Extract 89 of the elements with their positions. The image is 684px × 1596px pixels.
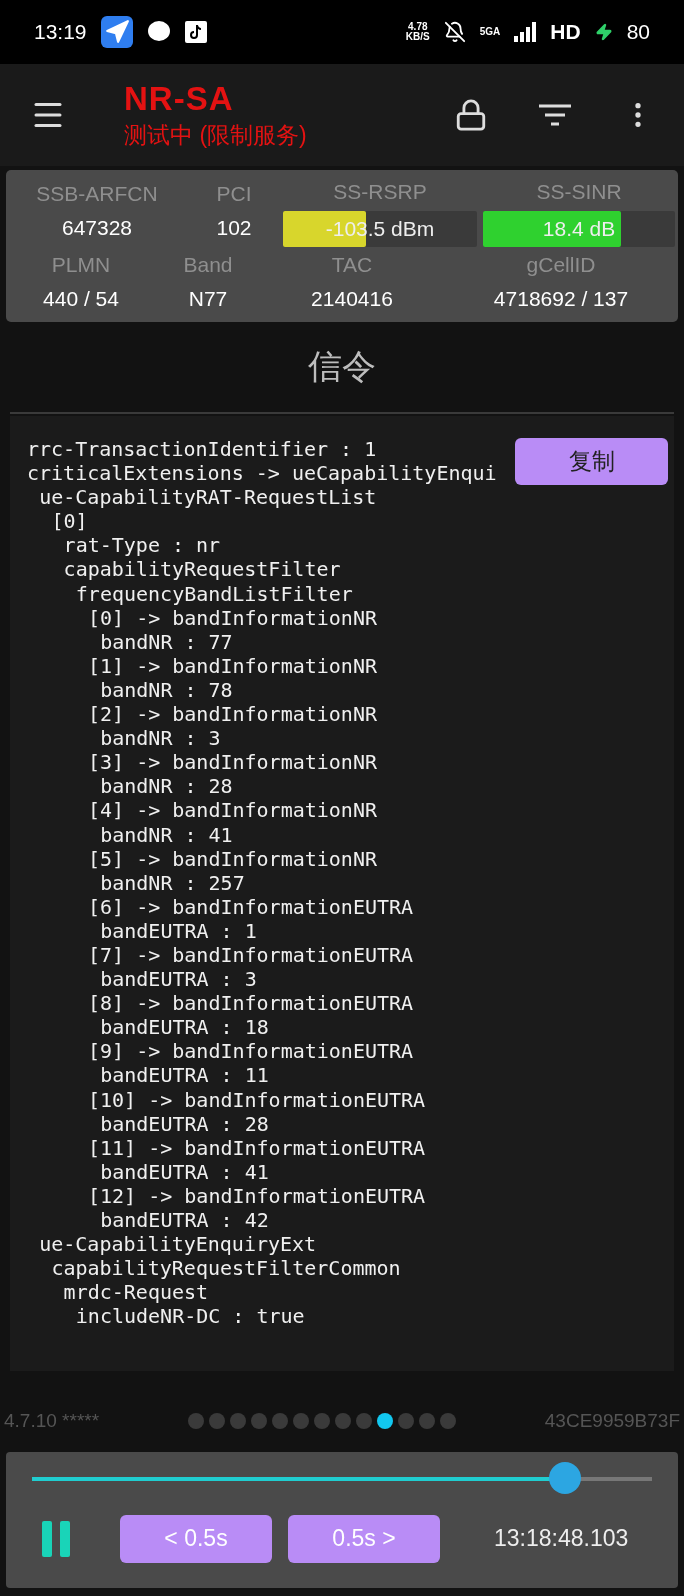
decode-line: bandEUTRA : 41 — [99, 1159, 269, 1184]
copy-button[interactable]: 复制 — [515, 438, 668, 485]
battery-level: 80 — [626, 20, 650, 44]
decode-line: [8] -> bandInformationEUTRA — [87, 991, 414, 1016]
decode-line: [2] -> bandInformationNR — [87, 702, 377, 727]
decode-line: bandNR : 78 — [99, 677, 233, 703]
field-label: TAC — [331, 252, 373, 278]
page-dot[interactable] — [418, 1412, 435, 1429]
test-status: 测试中 (限制服务) — [124, 120, 308, 150]
signal-icon — [514, 22, 537, 42]
lock-icon[interactable] — [454, 98, 488, 132]
clock: 13:19 — [34, 20, 87, 44]
decode-line: [6] -> bandInformationEUTRA — [87, 894, 414, 919]
page-dot[interactable] — [292, 1412, 309, 1429]
decode-line: bandNR : 3 — [99, 726, 221, 751]
decode-line: bandNR : 28 — [99, 774, 233, 799]
decode-line: [4] -> bandInformationNR — [87, 798, 377, 823]
decode-line: bandEUTRA : 11 — [99, 1063, 269, 1088]
page-dot[interactable] — [208, 1412, 225, 1429]
decode-line: [0] — [50, 509, 88, 534]
playback-slider[interactable] — [32, 1462, 652, 1495]
decode-line: bandEUTRA : 18 — [99, 1015, 269, 1040]
filter-icon[interactable] — [538, 103, 572, 127]
decode-line: [0] -> bandInformationNR — [87, 605, 377, 630]
field-value: 647328 — [61, 215, 133, 241]
network-type: 5GA — [479, 27, 501, 37]
page-dot[interactable] — [187, 1412, 204, 1429]
charging-icon — [594, 23, 613, 41]
page-dot[interactable] — [376, 1412, 393, 1429]
field-value: N77 — [188, 286, 228, 312]
decode-line: mrdc-Request — [62, 1280, 209, 1305]
app-version: 4.7.10 ***** — [4, 1409, 100, 1432]
decode-line: bandEUTRA : 3 — [99, 967, 257, 992]
field-value: 2140416 — [311, 286, 393, 312]
network-mode: NR-SA — [124, 79, 235, 118]
page-dot[interactable] — [334, 1412, 351, 1429]
forward-button[interactable]: 0.5s > — [288, 1514, 440, 1563]
decode-line: criticalExtensions -> ueCapabilityEnqui — [27, 461, 497, 486]
decode-line: [10] -> bandInformationEUTRA — [87, 1087, 426, 1112]
decode-line: capabilityRequestFilter — [62, 557, 341, 582]
location-app-icon — [100, 16, 133, 48]
decode-line: bandNR : 77 — [99, 629, 233, 654]
field-label: PLMN — [51, 252, 111, 278]
decode-line: [5] -> bandInformationNR — [87, 846, 377, 871]
field-label: gCellID — [526, 252, 596, 278]
decode-line: includeNR-DC : true — [74, 1304, 305, 1329]
bell-off-icon — [443, 21, 466, 43]
decode-line: bandEUTRA : 42 — [99, 1208, 269, 1233]
page-dot[interactable] — [313, 1412, 330, 1429]
decode-line: [12] -> bandInformationEUTRA — [87, 1183, 426, 1208]
decode-line: capabilityRequestFilterCommon — [50, 1256, 401, 1281]
decode-line: ue-CapabilityEnquiryExt — [38, 1232, 317, 1257]
field-label: PCI — [216, 181, 252, 207]
page-dot[interactable] — [439, 1412, 456, 1429]
meter-value: 18.4 dB — [542, 217, 616, 241]
decode-line: [9] -> bandInformationEUTRA — [87, 1039, 414, 1064]
device-id: 43CE9959B73F — [544, 1409, 680, 1432]
field-label: SSB-ARFCN — [36, 181, 158, 207]
field-value: 440 / 54 — [43, 286, 119, 312]
decode-line: rat-Type : nr — [62, 533, 221, 558]
decode-line: [7] -> bandInformationEUTRA — [87, 942, 414, 968]
decode-line: [3] -> bandInformationNR — [87, 750, 377, 775]
field-value: 102 — [216, 215, 252, 241]
slider-thumb[interactable] — [549, 1461, 582, 1494]
field-label: SS-SINR — [536, 179, 622, 205]
page-dot[interactable] — [250, 1412, 267, 1429]
page-dot[interactable] — [355, 1412, 372, 1429]
chat-bubble-icon — [146, 21, 171, 43]
decode-line: ue-CapabilityRAT-RequestList — [38, 485, 377, 510]
decode-line: bandEUTRA : 1 — [99, 918, 257, 943]
back-button[interactable]: < 0.5s — [120, 1514, 272, 1563]
field-label: SS-RSRP — [333, 179, 427, 205]
page-dot[interactable] — [397, 1412, 414, 1429]
decode-line: bandNR : 41 — [99, 822, 233, 847]
decode-line: bandNR : 257 — [99, 870, 245, 895]
hd-indicator: HD — [550, 20, 581, 44]
page-dot[interactable] — [271, 1412, 288, 1429]
section-title: 信令 — [308, 347, 376, 385]
decode-line: rrc-TransactionIdentifier : 1 — [27, 437, 377, 462]
note-app-icon — [184, 21, 207, 43]
network-speed: 4.78 KB/S — [405, 22, 430, 42]
field-label: Band — [183, 252, 233, 278]
decode-line: frequencyBandListFilter — [74, 581, 353, 606]
playback-time: 13:18:48.103 — [494, 1525, 629, 1553]
page-dot[interactable] — [229, 1412, 246, 1429]
decode-line: [11] -> bandInformationEUTRA — [87, 1135, 426, 1160]
field-value: 4718692 / 137 — [493, 286, 629, 312]
decode-line: [1] -> bandInformationNR — [87, 653, 377, 678]
decode-line: bandEUTRA : 28 — [99, 1111, 269, 1136]
